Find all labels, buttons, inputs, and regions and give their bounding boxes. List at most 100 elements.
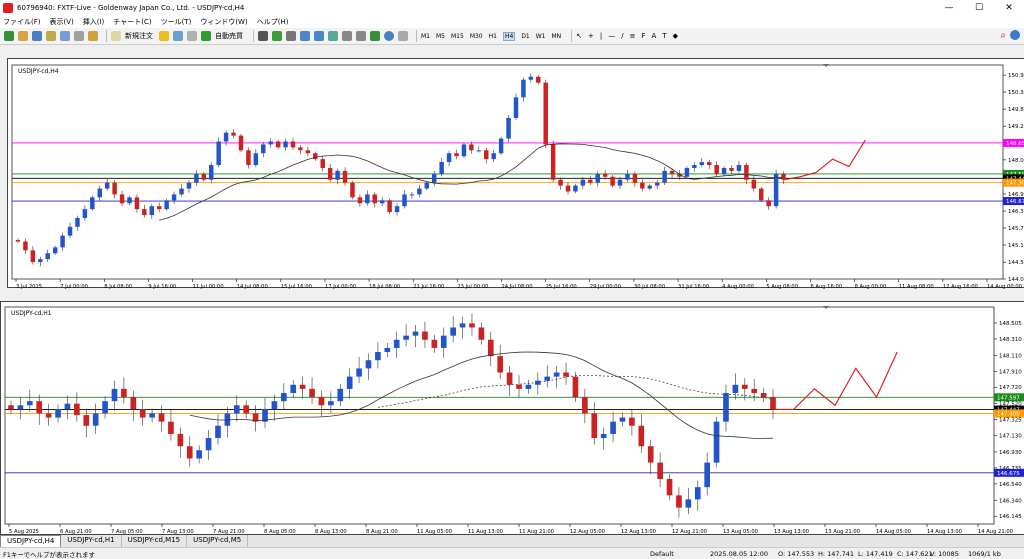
x-tick-label: 7 Jul 00:00: [60, 284, 88, 289]
candle-body: [565, 185, 571, 192]
candle-body: [706, 162, 712, 166]
menu-file[interactable]: ファイル(F): [3, 17, 41, 27]
candle-body: [770, 397, 776, 410]
timeframe-m1[interactable]: M1: [421, 33, 430, 40]
signals-icon[interactable]: [173, 31, 183, 41]
candle-body: [337, 388, 344, 402]
minimize-button[interactable]: —: [934, 0, 964, 16]
y-tick-label: 148.110: [999, 353, 1022, 359]
candle-body: [283, 141, 288, 148]
right-tools: ⌕: [1000, 30, 1020, 41]
candle-body: [149, 206, 155, 216]
data-window-icon[interactable]: [46, 31, 56, 41]
chart-window-h1[interactable]: USDJPY-cd,H1 148.505 148.310 148.110 147.910…: [0, 301, 1024, 535]
candle-body: [223, 132, 229, 142]
status-profile: Default: [650, 549, 674, 558]
fibonacci-tool-icon[interactable]: F: [642, 32, 646, 40]
community-icon[interactable]: [1010, 30, 1020, 40]
candle-body: [459, 323, 466, 328]
chart-tabs: USDJPY-cd,H4 USDJPY-cd,H1 USDJPY-cd,M15 …: [0, 535, 1024, 547]
candle-body: [543, 82, 548, 145]
horizontal-line-tool-icon[interactable]: —: [608, 32, 615, 40]
autoscroll-icon[interactable]: [342, 31, 352, 41]
menu-bar: ファイル(F) 表示(V) 挿入(I) チャート(C) ツール(T) ウィンドウ…: [0, 16, 1024, 28]
zoom-out-icon[interactable]: [314, 31, 324, 41]
bar-chart-icon[interactable]: [258, 31, 268, 41]
chart-h1[interactable]: USDJPY-cd,H1 148.505 148.310 148.110 147.910…: [1, 302, 1024, 536]
timeframe-mn[interactable]: MN: [552, 33, 562, 40]
candle-body: [158, 413, 165, 422]
periods-icon[interactable]: [384, 31, 394, 41]
timeframe-m30[interactable]: M30: [470, 33, 483, 40]
candle-body: [550, 144, 556, 180]
tile-windows-icon[interactable]: [328, 31, 338, 41]
candle-body: [215, 425, 221, 439]
navigator-icon[interactable]: [60, 31, 70, 41]
auto-trade-button[interactable]: 自動売買: [201, 31, 243, 41]
tab-usdjpy-m5[interactable]: USDJPY-cd,M5: [187, 535, 249, 547]
channel-tool-icon[interactable]: ≡: [630, 32, 636, 40]
y-tick-label: 146.335: [1008, 209, 1024, 215]
candle-body: [179, 188, 184, 195]
candle-body: [52, 247, 58, 254]
text-tool-icon[interactable]: A: [652, 32, 657, 40]
timeframe-h4[interactable]: H4: [502, 31, 516, 41]
chart-h4[interactable]: USDJPY-cd,H4 150.955 150.380 149.800 149.220…: [8, 59, 1024, 289]
candle-body: [26, 401, 33, 406]
search-icon[interactable]: ⌕: [1000, 30, 1006, 41]
candle-body: [563, 372, 569, 377]
terminal-icon[interactable]: [74, 31, 84, 41]
candlestick-icon[interactable]: [272, 31, 282, 41]
cursor-tool-icon[interactable]: ↖: [576, 32, 582, 40]
options-icon[interactable]: [187, 31, 197, 41]
trendline-tool-icon[interactable]: /: [621, 32, 623, 40]
market-watch-icon[interactable]: [32, 31, 42, 41]
maximize-button[interactable]: ☐: [964, 0, 994, 16]
metaeditor-icon[interactable]: [159, 31, 169, 41]
tab-usdjpy-m15[interactable]: USDJPY-cd,M15: [122, 535, 188, 547]
menu-help[interactable]: ヘルプ(H): [257, 17, 289, 27]
candle-body: [454, 153, 459, 157]
new-order-button[interactable]: 新規注文: [111, 31, 153, 41]
line-chart-icon[interactable]: [286, 31, 296, 41]
chart-shift-icon[interactable]: [356, 31, 366, 41]
candle-body: [558, 179, 563, 186]
x-tick-label: 4 Aug 00:00: [722, 284, 754, 289]
menu-view[interactable]: 表示(V): [50, 17, 74, 27]
chart-window-h4[interactable]: USDJPY-cd,H4 150.955 150.380 149.800 149.220…: [7, 58, 1024, 289]
profiles-icon[interactable]: [18, 31, 28, 41]
toolbar-separator: [571, 30, 573, 42]
y-tick-label: 150.955: [1008, 73, 1024, 79]
label-tool-icon[interactable]: T: [662, 32, 666, 40]
close-button[interactable]: ✕: [994, 0, 1024, 16]
candle-body: [704, 462, 710, 488]
timeframe-w1[interactable]: W1: [536, 33, 546, 40]
templates-icon[interactable]: [398, 31, 408, 41]
menu-insert[interactable]: 挿入(I): [83, 17, 105, 27]
arrow-tool-icon[interactable]: ◆: [673, 32, 678, 40]
tab-usdjpy-h4[interactable]: USDJPY-cd,H4: [0, 535, 62, 547]
zoom-in-icon[interactable]: [300, 31, 310, 41]
new-chart-icon[interactable]: [4, 31, 14, 41]
candle-body: [45, 413, 52, 418]
candle-body: [290, 384, 297, 393]
candle-body: [476, 150, 482, 152]
tab-usdjpy-h1[interactable]: USDJPY-cd,H1: [61, 535, 122, 547]
timeframe-d1[interactable]: D1: [521, 33, 529, 40]
menu-window[interactable]: ウィンドウ(W): [200, 17, 247, 27]
strategy-tester-icon[interactable]: [88, 31, 98, 41]
candle-body: [365, 194, 370, 204]
crosshair-tool-icon[interactable]: +: [588, 32, 594, 40]
candle-body: [23, 241, 28, 251]
timeframe-m5[interactable]: M5: [436, 33, 445, 40]
menu-tools[interactable]: ツール(T): [161, 17, 192, 27]
vertical-line-tool-icon[interactable]: |: [600, 32, 602, 40]
window-title: 60796940: FXTF-Live - Goldenway Japan Co…: [17, 4, 245, 12]
timeframe-h1[interactable]: H1: [489, 33, 497, 40]
x-tick-label: 14 Aug 00:00: [987, 284, 1022, 289]
indicators-icon[interactable]: [370, 31, 380, 41]
menu-charts[interactable]: チャート(C): [113, 17, 151, 27]
timeframe-m15[interactable]: M15: [451, 33, 464, 40]
candle-body: [209, 165, 214, 180]
price-level-label: 148.650: [1006, 141, 1024, 147]
